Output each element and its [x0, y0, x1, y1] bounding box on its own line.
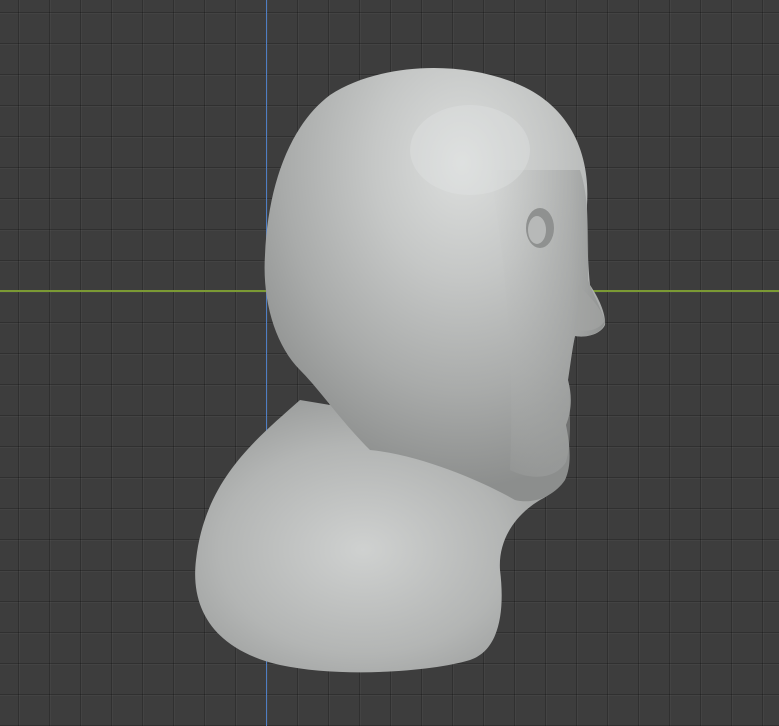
forehead-highlight — [410, 105, 530, 195]
head-mesh[interactable] — [0, 0, 779, 726]
3d-viewport[interactable] — [0, 0, 779, 726]
eye — [528, 216, 546, 244]
